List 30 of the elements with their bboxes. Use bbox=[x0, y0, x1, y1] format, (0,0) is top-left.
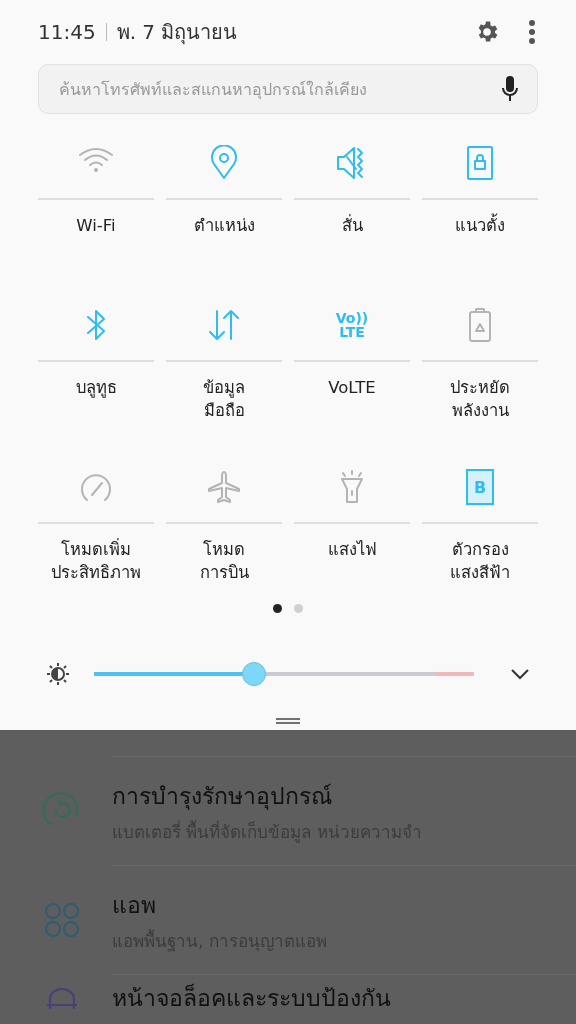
more-icon[interactable] bbox=[528, 19, 536, 45]
item-title: แอพ bbox=[112, 890, 157, 920]
quick-toggle[interactable]: แนวตั้ง bbox=[422, 128, 538, 290]
date: พ. 7 มิถุนายน bbox=[116, 19, 239, 47]
slider-thumb[interactable] bbox=[241, 662, 266, 686]
quick-toggle[interactable]: Vo)) LTE VoLTE bbox=[294, 290, 410, 452]
brightness-icon bbox=[46, 662, 70, 686]
quick-toggle[interactable]: ประหยัด พลังงาน bbox=[422, 290, 538, 452]
search-field[interactable]: ค้นหาโทรศัพท์และสแกนหาอุปกรณ์ใกล้เคียง bbox=[38, 64, 538, 114]
quick-toggle[interactable]: Wi-Fi bbox=[38, 128, 154, 290]
quick-toggle[interactable]: ข้อมูล มือถือ bbox=[166, 290, 282, 452]
quick-toggle[interactable]: B ตัวกรอง แสงสีฟ้า bbox=[422, 452, 538, 614]
drag-handle-icon[interactable] bbox=[276, 718, 300, 724]
quick-toggle[interactable]: ตำแหน่ง bbox=[166, 128, 282, 290]
page-dot[interactable] bbox=[294, 604, 303, 613]
page-dot[interactable] bbox=[273, 604, 282, 613]
filter-icon: B bbox=[466, 469, 494, 505]
item-title: การบำรุงรักษาอุปกรณ์ bbox=[112, 781, 333, 812]
brightness-slider[interactable] bbox=[94, 661, 474, 687]
quick-toggle[interactable]: สั่น bbox=[294, 128, 410, 290]
quick-toggle[interactable]: โหมด การบิน bbox=[166, 452, 282, 614]
quick-toggle[interactable]: บลูทูธ bbox=[38, 290, 154, 452]
item-title: หน้าจอล็อคและระบบป้องกัน bbox=[112, 982, 391, 1013]
quick-toggle[interactable]: แสงไฟ bbox=[294, 452, 410, 614]
chevron-down-icon[interactable] bbox=[510, 668, 530, 680]
quick-toggle[interactable]: โหมดเพิ่ม ประสิทธิภาพ bbox=[38, 452, 154, 614]
microphone-icon[interactable] bbox=[502, 76, 518, 102]
clock: 11:45 bbox=[38, 20, 96, 44]
volte-icon: Vo)) LTE bbox=[335, 311, 369, 339]
apps-icon bbox=[43, 901, 81, 939]
